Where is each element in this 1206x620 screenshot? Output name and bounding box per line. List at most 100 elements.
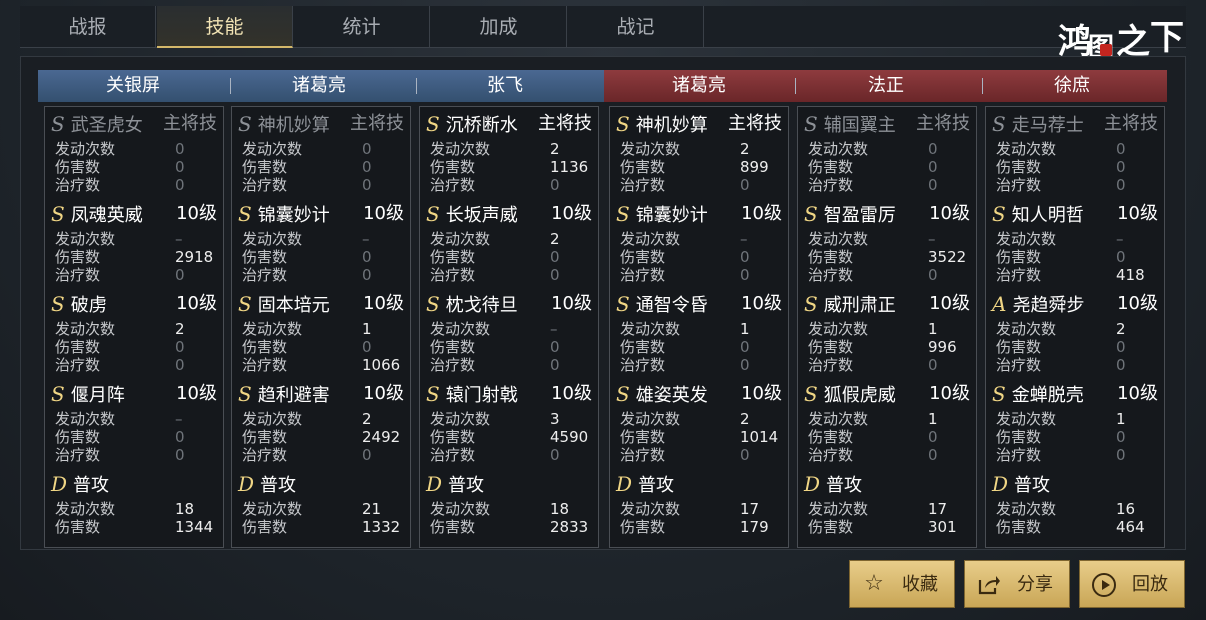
skill-header: S 长坂声威 10级 (426, 202, 596, 226)
skill-stat-row: 伤害数 899 (620, 158, 786, 176)
skill-block[interactable]: D 普攻 发动次数 17 伤害数 301 (798, 470, 978, 560)
stat-value: 0 (1116, 356, 1126, 374)
skill-stat-row: 伤害数 0 (430, 248, 596, 266)
skill-block[interactable]: S 辅国翼主 主将技 发动次数 0 伤害数 0 治疗数 0 (798, 110, 978, 200)
skill-stat-row: 伤害数 1344 (55, 518, 221, 536)
skill-header: D 普攻 (992, 472, 1162, 496)
skill-block[interactable]: S 长坂声威 10级 发动次数 2 伤害数 0 治疗数 0 (420, 200, 600, 290)
stat-label: 治疗数 (55, 356, 101, 374)
skill-block[interactable]: S 破虏 10级 发动次数 2 伤害数 0 治疗数 0 (45, 290, 225, 380)
stat-label: 治疗数 (55, 446, 101, 464)
skill-block[interactable]: S 锦囊妙计 10级 发动次数 – 伤害数 0 治疗数 0 (232, 200, 412, 290)
stat-label: 治疗数 (242, 266, 288, 284)
stat-value: 0 (928, 428, 938, 446)
skill-block[interactable]: D 普攻 发动次数 17 伤害数 179 (610, 470, 790, 560)
skill-grade: S (51, 112, 65, 136)
skill-stat-row: 伤害数 0 (242, 158, 408, 176)
skill-stat-row: 治疗数 0 (55, 446, 221, 464)
stat-value: 1 (928, 320, 938, 338)
skill-level: 10级 (176, 383, 217, 404)
skill-header: S 走马荐士 主将技 (992, 112, 1162, 136)
skill-stat-row: 伤害数 0 (430, 338, 596, 356)
skill-stat-row: 发动次数 0 (242, 140, 408, 158)
stat-label: 治疗数 (996, 176, 1042, 194)
skill-grade: S (238, 112, 252, 136)
skill-stat-row: 发动次数 1 (808, 320, 974, 338)
replay-label: 回放 (1132, 574, 1168, 595)
skill-stat-row: 伤害数 0 (996, 338, 1162, 356)
tab-skills[interactable]: 技能 (157, 6, 293, 48)
skill-block[interactable]: S 雄姿英发 10级 发动次数 2 伤害数 1014 治疗数 0 (610, 380, 790, 470)
skill-block[interactable]: S 通智令昏 10级 发动次数 1 伤害数 0 治疗数 0 (610, 290, 790, 380)
skill-block[interactable]: S 偃月阵 10级 发动次数 – 伤害数 0 治疗数 0 (45, 380, 225, 470)
skill-stat-row: 伤害数 0 (996, 158, 1162, 176)
skill-block[interactable]: S 凤魂英威 10级 发动次数 – 伤害数 2918 治疗数 0 (45, 200, 225, 290)
skill-stat-row: 治疗数 0 (808, 446, 974, 464)
skill-stat-row: 伤害数 179 (620, 518, 786, 536)
stat-value: 0 (740, 248, 750, 266)
skill-level: 主将技 (916, 113, 970, 134)
share-button[interactable]: 分享 (964, 560, 1070, 608)
tab-battle-record[interactable]: 战记 (568, 6, 704, 48)
tab-statistics[interactable]: 统计 (294, 6, 430, 48)
skill-block[interactable]: A 尧趋舜步 10级 发动次数 2 伤害数 0 治疗数 0 (986, 290, 1166, 380)
skill-grade: S (804, 112, 818, 136)
skill-grade: S (616, 112, 630, 136)
skill-block[interactable]: S 狐假虎威 10级 发动次数 1 伤害数 0 治疗数 0 (798, 380, 978, 470)
skill-block[interactable]: D 普攻 发动次数 16 伤害数 464 (986, 470, 1166, 560)
skill-stat-row: 治疗数 0 (996, 356, 1162, 374)
skill-block[interactable]: S 武圣虎女 主将技 发动次数 0 伤害数 0 治疗数 0 (45, 110, 225, 200)
skill-grade: S (426, 292, 440, 316)
skill-name: 趋利避害 (257, 385, 330, 406)
skill-name: 普攻 (638, 475, 675, 496)
skill-name: 智盈雷厉 (823, 205, 896, 226)
tab-battle-report[interactable]: 战报 (20, 6, 156, 48)
skill-block[interactable]: S 枕戈待旦 10级 发动次数 – 伤害数 0 治疗数 0 (420, 290, 600, 380)
stat-value: – (175, 230, 183, 248)
skill-stat-row: 伤害数 0 (55, 428, 221, 446)
stat-label: 治疗数 (808, 356, 854, 374)
skill-block[interactable]: S 威刑肃正 10级 发动次数 1 伤害数 996 治疗数 0 (798, 290, 978, 380)
skill-block[interactable]: D 普攻 发动次数 21 伤害数 1332 (232, 470, 412, 560)
skill-stat-row: 发动次数 18 (55, 500, 221, 518)
skill-block[interactable]: S 智盈雷厉 10级 发动次数 – 伤害数 3522 治疗数 0 (798, 200, 978, 290)
stat-label: 治疗数 (242, 356, 288, 374)
stat-label: 发动次数 (996, 140, 1057, 158)
skill-grade: S (238, 292, 252, 316)
skill-stat-row: 治疗数 0 (55, 356, 221, 374)
skill-block[interactable]: S 神机妙算 主将技 发动次数 2 伤害数 899 治疗数 0 (610, 110, 790, 200)
stat-label: 发动次数 (242, 140, 303, 158)
favorite-button[interactable]: ☆ 收藏 (849, 560, 955, 608)
skill-level: 10级 (741, 293, 782, 314)
stat-value: – (928, 230, 936, 248)
skill-name: 凤魂英威 (70, 205, 143, 226)
skill-block[interactable]: S 金蝉脱壳 10级 发动次数 1 伤害数 0 治疗数 0 (986, 380, 1166, 470)
skill-block[interactable]: S 知人明哲 10级 发动次数 – 伤害数 0 治疗数 418 (986, 200, 1166, 290)
skill-block[interactable]: D 普攻 发动次数 18 伤害数 1344 (45, 470, 225, 560)
skill-block[interactable]: S 沉桥断水 主将技 发动次数 2 伤害数 1136 治疗数 0 (420, 110, 600, 200)
skill-stat-row: 发动次数 21 (242, 500, 408, 518)
skill-block[interactable]: S 辕门射戟 10级 发动次数 3 伤害数 4590 治疗数 0 (420, 380, 600, 470)
stat-value: 2 (362, 410, 372, 428)
skill-block[interactable]: S 走马荐士 主将技 发动次数 0 伤害数 0 治疗数 0 (986, 110, 1166, 200)
skill-level: 10级 (551, 203, 592, 224)
stat-label: 伤害数 (808, 428, 854, 446)
stat-value: 4590 (550, 428, 589, 446)
skill-stat-row: 治疗数 0 (620, 266, 786, 284)
skill-stat-row: 伤害数 0 (242, 248, 408, 266)
skill-block[interactable]: S 趋利避害 10级 发动次数 2 伤害数 2492 治疗数 0 (232, 380, 412, 470)
replay-button[interactable]: 回放 (1079, 560, 1185, 608)
skill-header: S 辅国翼主 主将技 (804, 112, 974, 136)
skill-stat-row: 发动次数 0 (808, 140, 974, 158)
stat-value: 1 (928, 410, 938, 428)
skill-block[interactable]: D 普攻 发动次数 18 伤害数 2833 (420, 470, 600, 560)
tab-bonus[interactable]: 加成 (431, 6, 567, 48)
stat-label: 发动次数 (808, 320, 869, 338)
stat-value: 1 (740, 320, 750, 338)
skill-block[interactable]: S 神机妙算 主将技 发动次数 0 伤害数 0 治疗数 0 (232, 110, 412, 200)
skill-block[interactable]: S 固本培元 10级 发动次数 1 伤害数 0 治疗数 1066 (232, 290, 412, 380)
stat-label: 伤害数 (242, 158, 288, 176)
skill-block[interactable]: S 锦囊妙计 10级 发动次数 – 伤害数 0 治疗数 0 (610, 200, 790, 290)
stat-label: 发动次数 (996, 500, 1057, 518)
skill-grade: D (616, 472, 633, 496)
